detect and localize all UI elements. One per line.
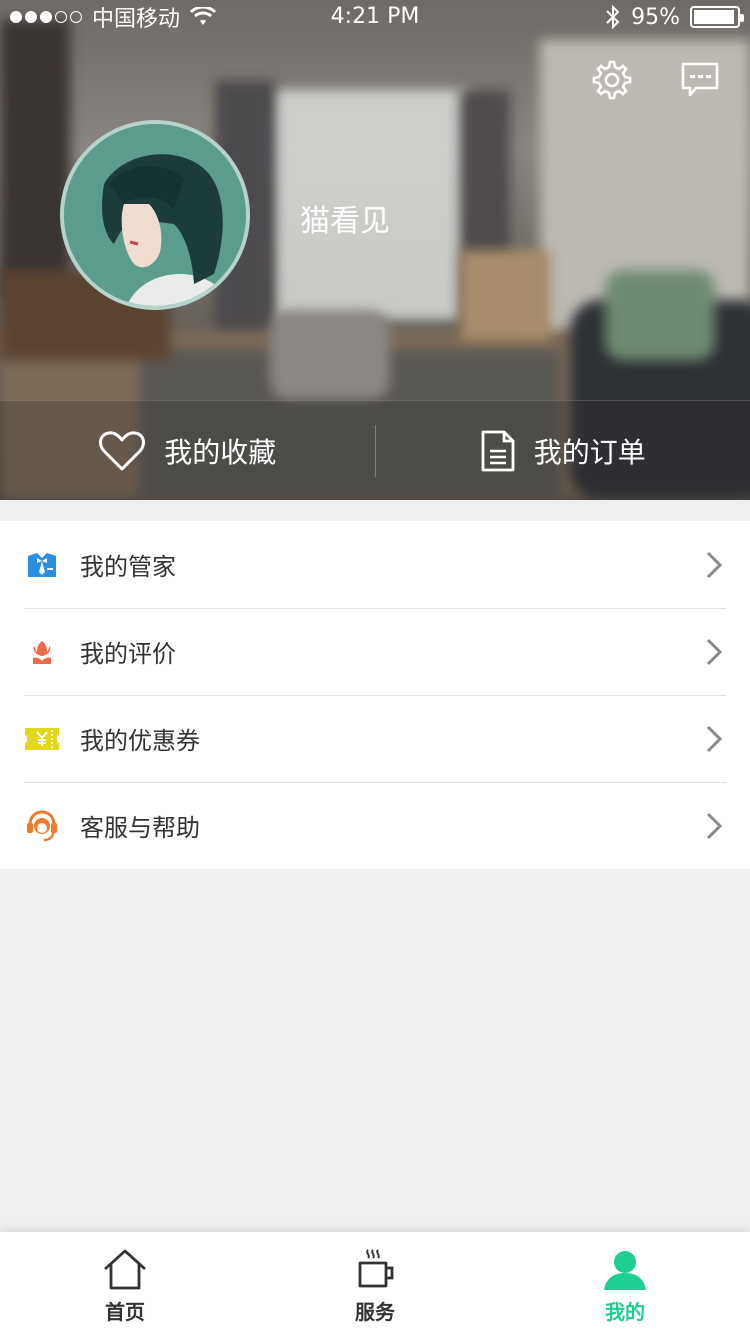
orders-button[interactable]: 我的订单: [376, 401, 750, 500]
coupon-icon: [24, 721, 60, 757]
menu-item-support[interactable]: 客服与帮助: [0, 782, 750, 869]
menu-label-butler: 我的管家: [80, 553, 176, 581]
battery-icon: [690, 6, 744, 28]
menu-item-butler[interactable]: 我的管家: [0, 521, 750, 608]
tab-home[interactable]: 首页: [0, 1232, 250, 1334]
avatar[interactable]: [60, 120, 250, 310]
menu-label-reviews: 我的评价: [80, 640, 176, 668]
quick-actions: 我的收藏 我的订单: [0, 400, 750, 500]
tab-mine-label: 我的: [605, 1300, 645, 1324]
chevron-right-icon: [706, 812, 723, 839]
clock: 4:21 PM: [330, 4, 420, 29]
favorites-button[interactable]: 我的收藏: [0, 401, 375, 500]
heart-icon: [99, 430, 146, 470]
profile-header: 中国移动 4:21 PM 95% 猫看见 我的收藏 我的订单: [0, 0, 750, 500]
menu-list: 我的管家 我的评价 我的优惠券 客服与帮助: [0, 521, 750, 869]
menu-label-support: 客服与帮助: [80, 814, 200, 842]
tab-services[interactable]: 服务: [250, 1232, 500, 1334]
status-bar: 中国移动 4:21 PM 95%: [0, 0, 750, 34]
chevron-right-icon: [706, 551, 723, 578]
tab-services-label: 服务: [355, 1300, 395, 1324]
menu-item-coupons[interactable]: 我的优惠券: [0, 695, 750, 782]
home-icon: [104, 1249, 146, 1290]
menu-item-reviews[interactable]: 我的评价: [0, 608, 750, 695]
favorites-label: 我的收藏: [164, 435, 277, 469]
chevron-right-icon: [706, 638, 723, 665]
orders-label: 我的订单: [533, 435, 646, 469]
username[interactable]: 猫看见: [300, 196, 390, 240]
tab-bar: 首页 服务 我的: [0, 1232, 750, 1334]
document-icon: [481, 430, 515, 471]
message-icon[interactable]: [678, 58, 722, 102]
menu-label-coupons: 我的优惠券: [80, 727, 200, 755]
user-icon: [604, 1251, 646, 1290]
coffee-icon: [358, 1249, 394, 1288]
chevron-right-icon: [706, 725, 723, 752]
tab-mine[interactable]: 我的: [500, 1232, 750, 1334]
butler-icon: [24, 547, 60, 583]
tulip-icon: [24, 634, 60, 670]
settings-gear-icon[interactable]: [590, 58, 634, 102]
headset-icon: [24, 808, 60, 844]
tab-home-label: 首页: [105, 1300, 145, 1324]
